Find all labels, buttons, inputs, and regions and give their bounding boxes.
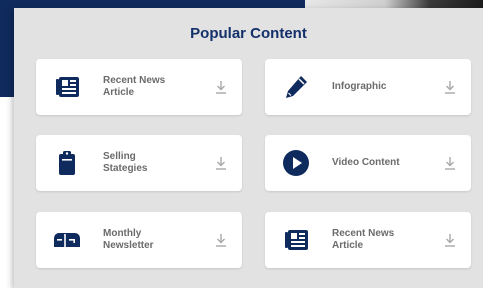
card-label: Video Content bbox=[332, 157, 400, 168]
play-circle-icon bbox=[282, 149, 310, 177]
pen-icon bbox=[282, 73, 310, 101]
card-monthly-newsletter[interactable]: Monthly Newsletter bbox=[36, 212, 242, 268]
card-infographic[interactable]: Infographic bbox=[265, 59, 471, 115]
download-icon[interactable] bbox=[214, 232, 228, 248]
download-icon[interactable] bbox=[443, 79, 457, 95]
card-label: Recent News Article bbox=[103, 75, 166, 98]
card-video-content[interactable]: Video Content bbox=[265, 135, 471, 191]
mailbox-icon bbox=[53, 226, 81, 254]
card-recent-news-article[interactable]: Recent News Article bbox=[36, 59, 242, 115]
card-label: Recent News Article bbox=[332, 228, 395, 251]
newspaper-icon bbox=[282, 226, 310, 254]
download-icon[interactable] bbox=[443, 232, 457, 248]
popular-content-panel: Popular Content Recent News Article Info… bbox=[14, 8, 483, 288]
card-selling-stategies[interactable]: Selling Stategies bbox=[36, 135, 242, 191]
download-icon[interactable] bbox=[443, 155, 457, 171]
panel-title: Popular Content bbox=[190, 25, 307, 42]
download-icon[interactable] bbox=[214, 79, 228, 95]
newspaper-icon bbox=[53, 73, 81, 101]
card-label: Monthly Newsletter bbox=[103, 228, 154, 251]
clipboard-icon bbox=[53, 149, 81, 177]
card-recent-news-article-2[interactable]: Recent News Article bbox=[265, 212, 471, 268]
card-label: Infographic bbox=[332, 81, 387, 92]
card-label: Selling Stategies bbox=[103, 151, 148, 174]
download-icon[interactable] bbox=[214, 155, 228, 171]
